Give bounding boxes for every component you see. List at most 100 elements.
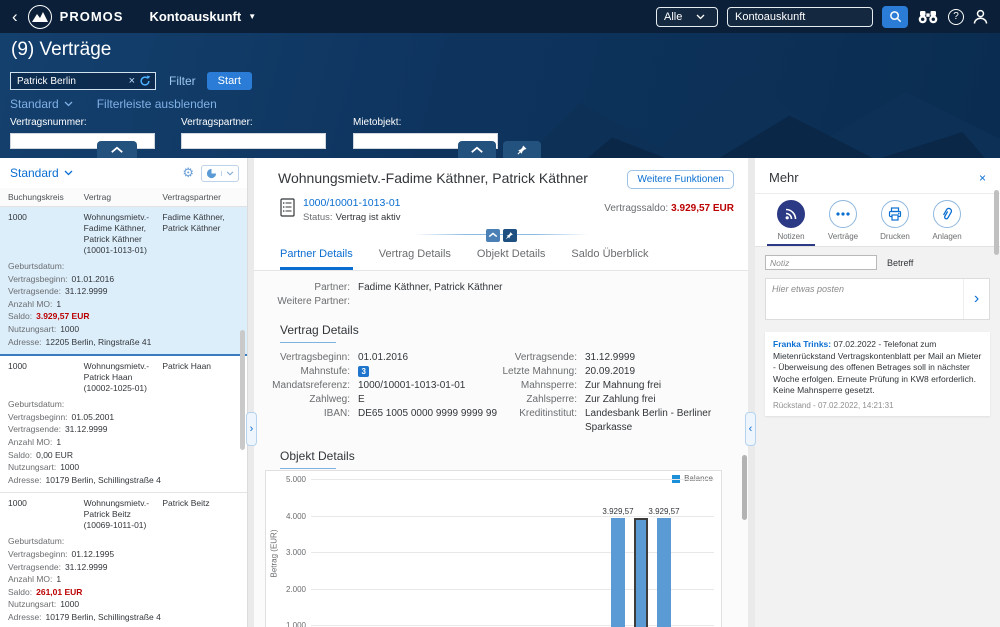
contract-list-item[interactable]: 1000 Wohnungsmietv.-Fadime Käthner, Patr…: [0, 207, 247, 356]
filter-field-label: Vertragspartner:: [181, 117, 327, 128]
tool-label: Verträge: [828, 232, 858, 241]
badge-value: 3: [358, 366, 369, 377]
section-title-objekt-details: Objekt Details: [280, 449, 748, 469]
detail-label: Adresse:: [8, 337, 42, 347]
quick-search-input[interactable]: [17, 76, 125, 87]
hide-filterbar-link[interactable]: Filterleiste ausblenden: [97, 97, 217, 111]
panel-splitter[interactable]: [748, 158, 755, 627]
chevron-down-icon[interactable]: ▼: [248, 12, 256, 21]
submit-note-button[interactable]: ›: [963, 279, 989, 319]
variant-selector[interactable]: Standard: [10, 97, 73, 111]
pin-object-header-button[interactable]: [503, 229, 517, 242]
collapse-header-button[interactable]: [458, 141, 496, 158]
search-button[interactable]: [882, 6, 908, 28]
detail-value: 10179 Berlin, Schillingstraße 4: [46, 612, 161, 622]
chevron-down-icon: [64, 170, 73, 176]
tool-notizen[interactable]: Notizen: [765, 200, 817, 246]
sidebar-scrollbar[interactable]: [240, 330, 245, 450]
tab-saldo-ueberblick[interactable]: Saldo Überblick: [571, 248, 648, 270]
user-profile-icon[interactable]: [973, 9, 988, 25]
contract-title: Wohnungsmietv.-Fadime Käthner, Patrick K…: [278, 170, 588, 186]
form-value: 20.09.2019: [585, 365, 635, 379]
chevron-up-icon: [488, 232, 498, 238]
tool-anlagen[interactable]: Anlagen: [921, 200, 973, 246]
cell-vertrag: Wohnungsmietv.-Patrick Haan (10002-1025-…: [84, 361, 163, 394]
refresh-icon[interactable]: [139, 75, 151, 87]
export-split-button[interactable]: [201, 165, 239, 182]
notiz-type-input[interactable]: [765, 255, 877, 270]
app-title[interactable]: Kontoauskunft: [149, 9, 241, 24]
search-scope-select[interactable]: Alle: [656, 7, 718, 27]
detail-value: 31.12.9999: [65, 286, 108, 296]
detail-value: 01.05.2001: [72, 412, 115, 422]
clear-icon[interactable]: ×: [129, 75, 135, 87]
vertragspartner-input[interactable]: [181, 133, 326, 149]
note-author[interactable]: Franka Trinks:: [773, 339, 831, 349]
note-compose-textarea[interactable]: [766, 279, 963, 319]
balance-bar-selected[interactable]: [634, 518, 648, 627]
detail-label: Anzahl MO:: [8, 299, 52, 309]
detail-value: 10179 Berlin, Schillingstraße 4: [46, 475, 161, 485]
balance-bar[interactable]: [657, 518, 671, 627]
settings-gear-icon[interactable]: ⚙: [182, 165, 194, 181]
form-label: Mahnstufe:: [254, 365, 350, 379]
detail-value-saldo: 0,00 EUR: [36, 450, 73, 460]
contract-list-item[interactable]: 1000 Wohnungsmietv.-Patrick Haan (10002-…: [0, 356, 247, 493]
collapse-sidebar-handle[interactable]: ›: [246, 412, 257, 446]
filter-header: (9) Verträge × Filter Start Standard Fil…: [0, 33, 1000, 158]
tab-vertrag-details[interactable]: Vertrag Details: [379, 248, 451, 270]
detail-value: 1000: [60, 462, 79, 472]
contract-id-link[interactable]: 1000/10001-1013-01: [303, 197, 401, 209]
collapse-object-header-button[interactable]: [486, 229, 500, 242]
help-icon[interactable]: ?: [948, 9, 964, 25]
detail-label: Nutzungsart:: [8, 599, 56, 609]
list-variant-selector[interactable]: Standard: [10, 166, 73, 180]
form-value: 1000/10001-1013-01-01: [358, 379, 465, 393]
saldo-chart: Balance Betrag (EUR) 5.000 4.000 3.000 2…: [265, 470, 722, 627]
detail-label: Vertragsende:: [8, 286, 61, 296]
form-value: Fadime Käthner, Patrick Käthner: [358, 281, 503, 295]
more-functions-button[interactable]: Weitere Funktionen: [627, 170, 734, 189]
more-panel-scrollbar[interactable]: [994, 190, 999, 255]
contract-document-icon: [280, 198, 295, 222]
form-label: Mandatsreferenz:: [254, 379, 350, 393]
export-icon[interactable]: [202, 168, 221, 179]
back-icon[interactable]: ‹: [12, 7, 18, 27]
close-icon[interactable]: ×: [979, 171, 986, 185]
top-bar: ‹ PROMOS Kontoauskunft ▼ Alle ?: [0, 0, 1000, 33]
quick-search-field[interactable]: ×: [10, 72, 156, 90]
page-title: (9) Verträge: [11, 39, 111, 61]
printer-icon: [881, 200, 909, 228]
detail-value: 01.01.2016: [72, 274, 115, 284]
detail-label: Nutzungsart:: [8, 462, 56, 472]
chevron-up-icon: [110, 146, 124, 154]
collapse-more-panel-handle[interactable]: ‹: [745, 412, 756, 446]
cell-buchungskreis: 1000: [8, 212, 84, 256]
tab-objekt-details[interactable]: Objekt Details: [477, 248, 545, 270]
form-value: 31.12.9999: [585, 351, 635, 365]
collapse-filterbar-button[interactable]: [97, 141, 137, 158]
balance-bar[interactable]: [611, 518, 625, 627]
pin-header-button[interactable]: [503, 141, 541, 158]
tool-drucken[interactable]: Drucken: [869, 200, 921, 246]
start-button[interactable]: Start: [207, 72, 252, 90]
chevron-up-icon: [470, 146, 484, 154]
column-header: Vertrag: [84, 192, 163, 202]
detail-label: Saldo:: [8, 450, 32, 460]
chevron-down-icon: [696, 14, 705, 20]
y-tick: 4.000: [270, 512, 306, 521]
main-scrollbar[interactable]: [742, 455, 747, 520]
mahnstufe-badge: 3: [358, 365, 369, 379]
y-tick: 2.000: [270, 585, 306, 594]
chevron-down-icon[interactable]: [221, 171, 238, 176]
global-search-input[interactable]: [727, 7, 873, 27]
note-timestamp: 07.02.2022, 14:21:31: [818, 401, 894, 410]
tab-partner-details[interactable]: Partner Details: [280, 248, 353, 270]
form-label: Partner:: [254, 281, 350, 295]
more-panel: Mehr × Notizen Verträge Drucken: [755, 158, 1000, 627]
tool-vertraege[interactable]: Verträge: [817, 200, 869, 246]
binoculars-icon[interactable]: [917, 10, 939, 24]
notes-feed-icon: [777, 200, 805, 228]
contract-list-item[interactable]: 1000 Wohnungsmietv.-Patrick Beitz (10069…: [0, 493, 247, 627]
variant-label: Standard: [10, 97, 59, 111]
